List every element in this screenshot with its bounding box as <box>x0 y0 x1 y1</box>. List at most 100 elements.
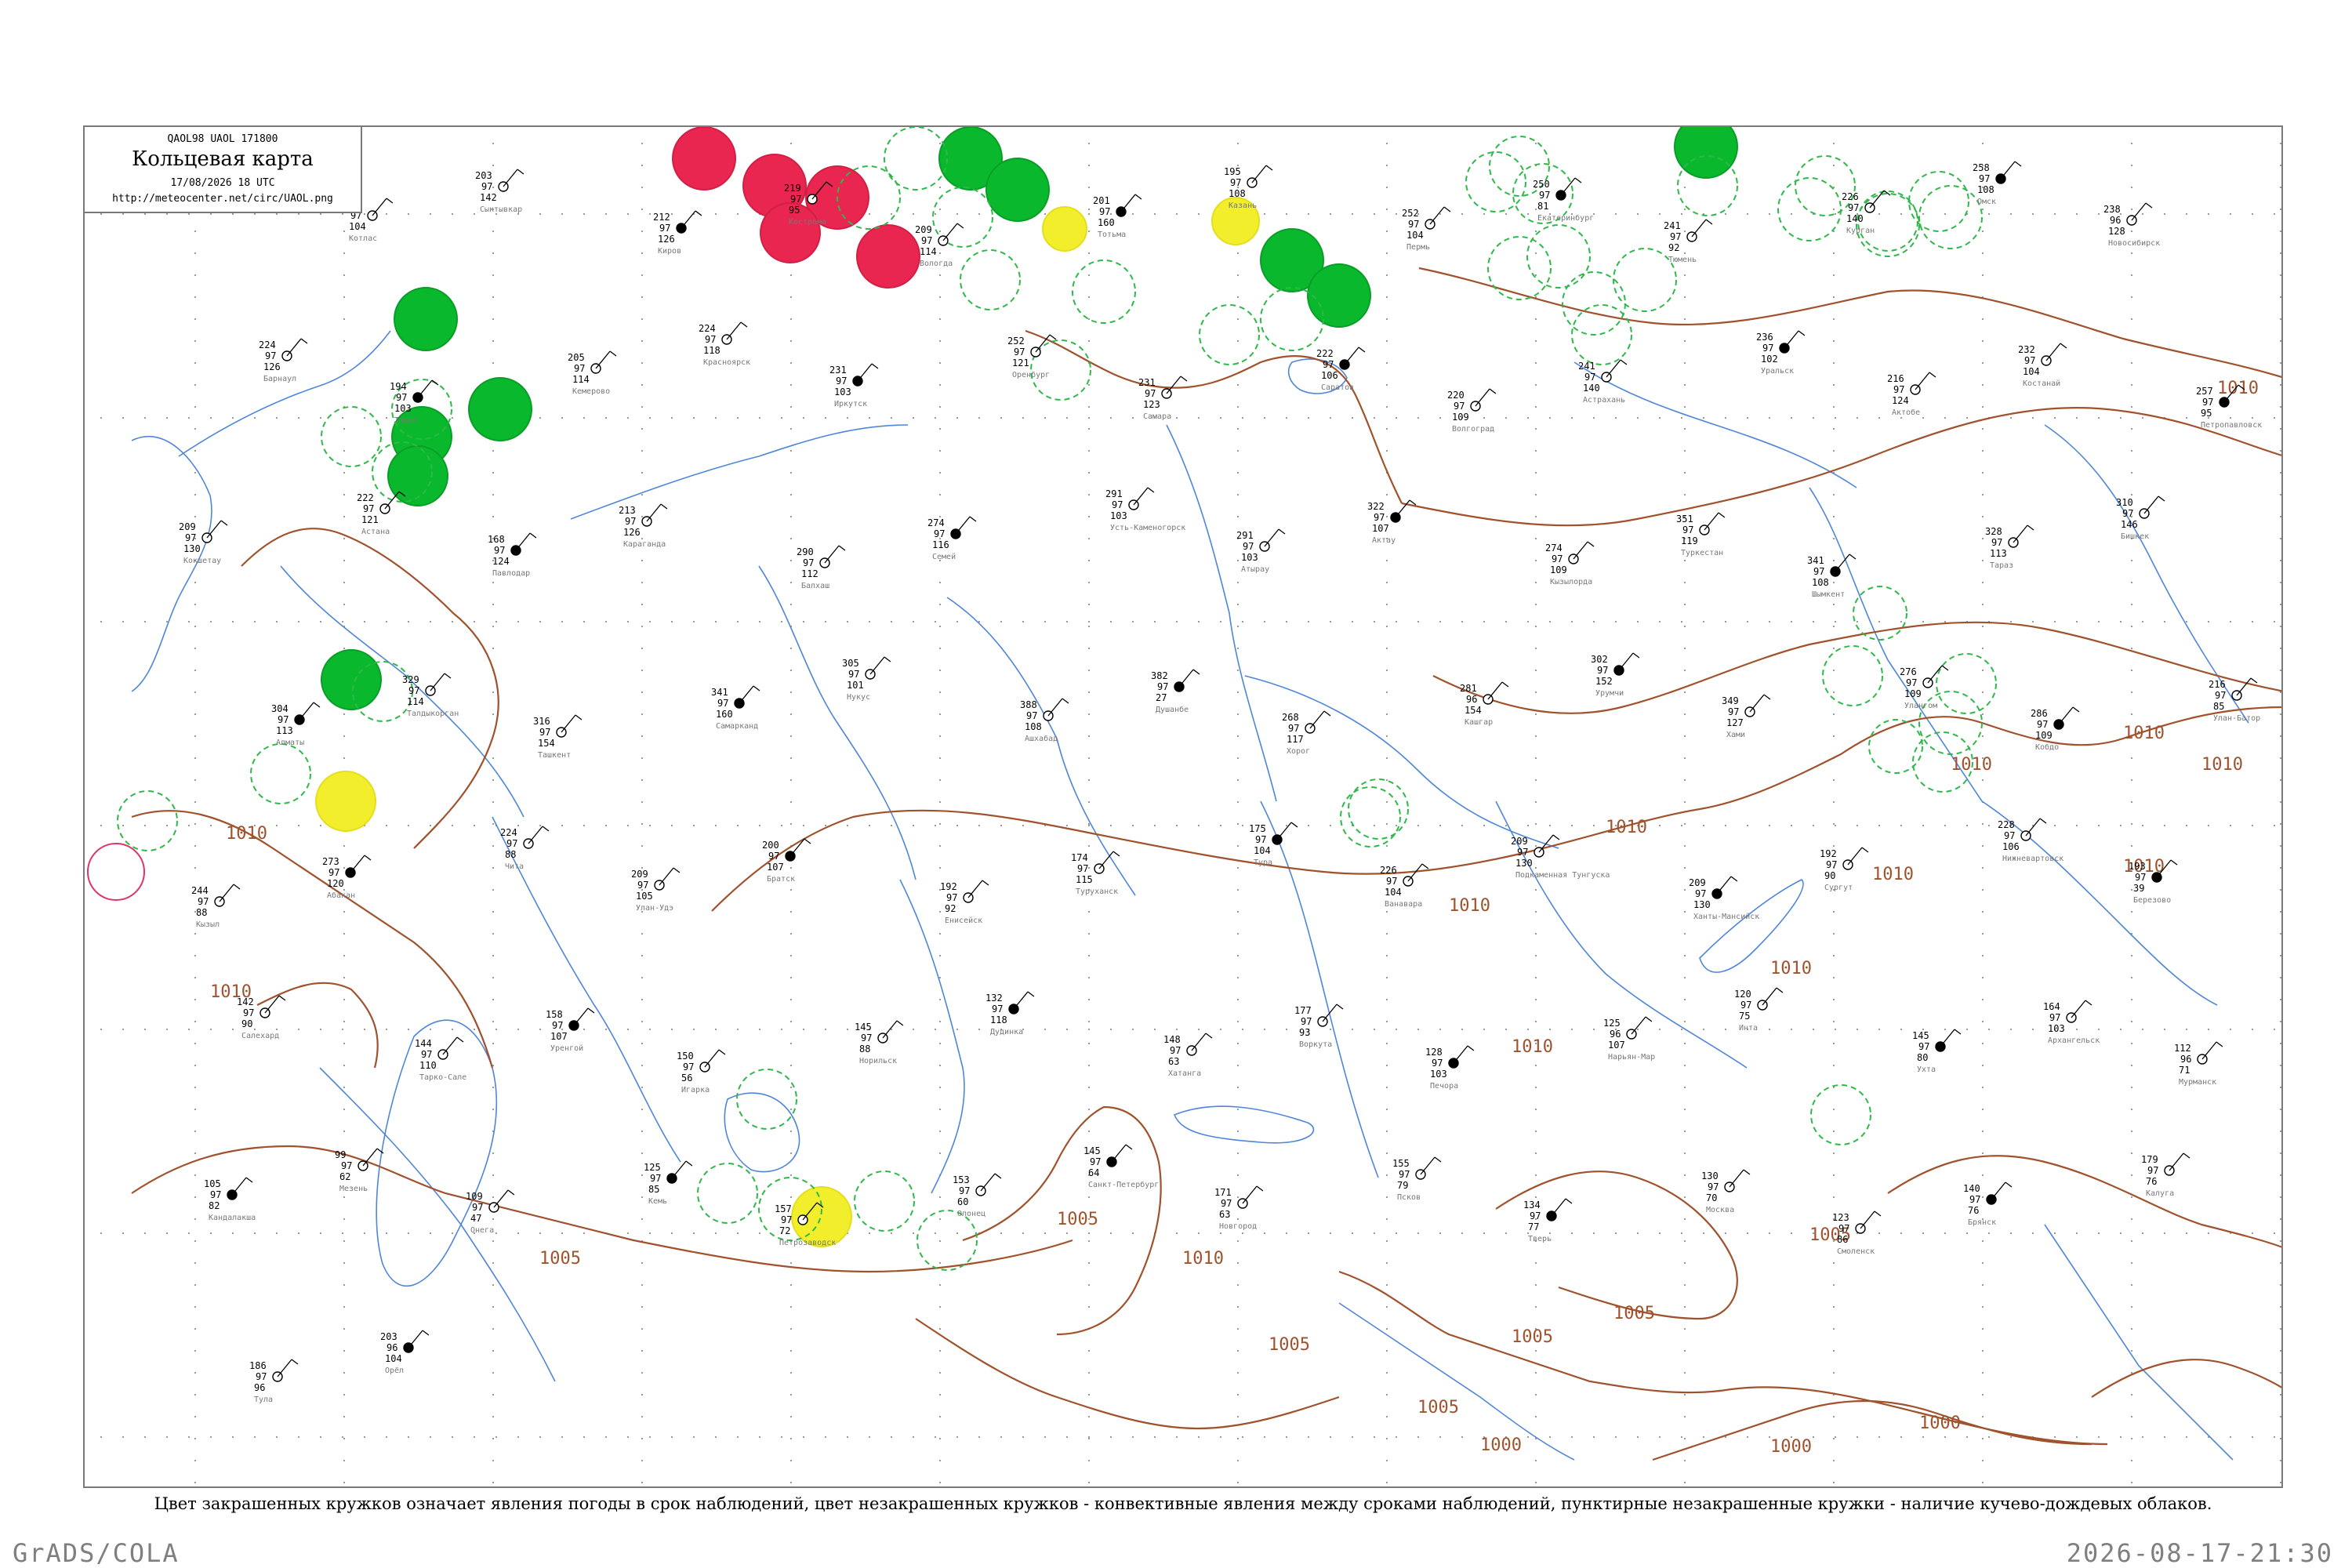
station-plot[interactable]: 20597114 Кемерово <box>568 350 617 396</box>
station-plot[interactable]: 1799776 Калуга <box>2141 1152 2190 1198</box>
station-plot[interactable]: 1539760 Олонец <box>953 1173 1002 1218</box>
wind-barb-feather <box>220 520 228 526</box>
station-plot[interactable]: 25297121 Оренбург <box>1007 334 1057 379</box>
station-plot[interactable]: 1509756 Игарка <box>677 1049 726 1094</box>
station-plot[interactable]: 34997127 Хами <box>1722 694 1771 739</box>
wind-barb-icon <box>1691 219 1707 238</box>
station-pressure: 104 <box>2023 366 2040 377</box>
station-plot[interactable]: 1459780 Ухта <box>1912 1029 1962 1074</box>
station-plot[interactable]: 1259785 Кемь <box>644 1160 693 1206</box>
station-plot[interactable]: 1719763 Новгород <box>1214 1185 1264 1231</box>
station-plot[interactable]: 2449788 Кызыл <box>191 884 241 929</box>
station-plot[interactable]: 14497110 Тарко-Сале <box>415 1036 466 1082</box>
station-plot[interactable]: 20997130 Кокшетау <box>179 520 228 565</box>
station-plot[interactable]: 34197160 Самарканд <box>711 685 760 731</box>
station-plot[interactable]: 12897103 Печора <box>1425 1045 1475 1091</box>
station-plot[interactable]: 23197123 Самара <box>1138 376 1188 421</box>
station-plot[interactable]: 23297104 Костанай <box>2018 343 2067 388</box>
station-plot[interactable]: 31097146 Бишкек <box>2116 495 2165 541</box>
station-plot[interactable]: 34197108 Шымкент <box>1807 554 1857 599</box>
station-plot[interactable]: 22697140 Курган <box>1842 190 1891 235</box>
station-plot[interactable]: 1929790 Сургут <box>1820 847 1869 892</box>
station-plot[interactable]: 27697109 Улангом <box>1900 665 1949 710</box>
station-plot[interactable]: 16497103 Архангельск <box>2043 1000 2100 1045</box>
station-plot[interactable]: 19597108 Казань <box>1224 165 1273 210</box>
station-plot[interactable]: 24197140 Астрахань <box>1578 359 1628 405</box>
station-plot[interactable]: 20997130 Подкаменная Тунгуска <box>1511 834 1610 880</box>
station-plot[interactable]: 1059782 Кандалакша <box>204 1177 256 1222</box>
station-plot[interactable]: 21397126 Караганда <box>619 503 668 549</box>
station-plot[interactable]: 20197160 Тотьма <box>1093 194 1142 239</box>
station-plot[interactable]: 32897113 Тараз <box>1985 524 2034 570</box>
station-pressure: 101 <box>847 680 864 691</box>
isobar-labels: 1010 1010 1010 1010 1010 1010 1010 1010 1010 1010… <box>210 379 2259 1457</box>
station-plot[interactable]: 2509781Екатеринбург <box>1533 177 1594 223</box>
station-plot[interactable]: 22497126 Барнаул <box>259 338 308 383</box>
station-temp: 164 <box>2043 1001 2060 1012</box>
station-name: Ханты-Мансийск <box>1693 912 1759 921</box>
station-plot[interactable]: 23197103 Иркутск <box>829 363 879 408</box>
station-plot[interactable]: 29197103 Усть-Каменогорск <box>1105 487 1185 532</box>
station-plot[interactable]: 1489763 Хатанга <box>1163 1033 1213 1078</box>
station-plot[interactable]: 20997105 Улан-Удэ <box>631 867 681 913</box>
station-plot[interactable]: 32297107 Актау <box>1367 499 1417 545</box>
station-plot[interactable]: 26897117 Хорог <box>1282 710 1331 756</box>
station-plot[interactable]: 1099747 Онега <box>466 1189 515 1235</box>
station-plot[interactable]: 30497113 Алматы <box>271 702 321 747</box>
station-plot[interactable]: 21297126 Киров <box>653 210 702 256</box>
wind-barb-feather <box>1587 541 1595 547</box>
station-plot[interactable]: 27497109 Кызылорда <box>1545 541 1595 586</box>
station-plot[interactable]: 1869796 Тула <box>249 1359 299 1404</box>
station-plot[interactable]: 1129671 Мурманск <box>2174 1041 2223 1087</box>
station-plot[interactable]: 32997114 Талдыкорган <box>402 673 459 718</box>
station-plot[interactable]: 30597101 Нукус <box>842 656 891 702</box>
station-plot[interactable]: 1309770 Москва <box>1701 1169 1751 1214</box>
station-plot[interactable]: 1349777 Тверь <box>1523 1198 1573 1243</box>
station-plot[interactable]: 2419792 Тюмень <box>1664 219 1713 264</box>
station-plot[interactable]: 35197119 Туркестан <box>1676 512 1726 557</box>
station-plot[interactable]: 1559779 Псков <box>1392 1156 1442 1202</box>
station-plot[interactable]: 16897124 Павлодар <box>488 532 537 578</box>
station-plot[interactable]: 28196154 Кашгар <box>1460 681 1509 727</box>
station-dew: 97 <box>210 1189 221 1200</box>
station-plot[interactable]: 13297118 Дудинка <box>985 991 1035 1036</box>
station-plot[interactable]: 31697154 Ташкент <box>533 714 583 760</box>
station-plot[interactable]: 21697124 Актобе <box>1887 372 1936 417</box>
station-plot[interactable]: 12596107 Нарьян-Мар <box>1603 1016 1655 1062</box>
station-plot[interactable]: 20097107 Братск <box>762 838 811 884</box>
station-plot[interactable]: 30297152 Урумчи <box>1591 652 1640 698</box>
station-plot[interactable]: 1779793 Воркута <box>1294 1004 1344 1049</box>
station-plot[interactable]: 15897107 Уренгой <box>546 1007 595 1053</box>
station-dew: 97 <box>1408 219 1419 230</box>
station-plot[interactable]: 22897106 Нижневартовск <box>1998 818 2063 863</box>
station-plot[interactable]: 20997114 Вологда <box>915 223 964 268</box>
station-plot[interactable]: 17497115 Туруханск <box>1071 851 1120 896</box>
station-dew: 97 <box>1848 202 1859 213</box>
station-plot[interactable]: 22097109 Волгоград <box>1447 388 1497 434</box>
station-plot[interactable]: 20997130 Ханты-Мансийск <box>1689 876 1759 921</box>
station-plot[interactable]: 1409776 Брянск <box>1963 1181 2013 1227</box>
station-plot[interactable]: 3829727 Душанбе <box>1151 669 1200 714</box>
station-plot[interactable]: 2249788 Чита <box>500 826 550 871</box>
station-plot[interactable]: 1459788 Норильск <box>855 1020 904 1065</box>
station-temp: 216 <box>1887 373 1904 384</box>
station-plot[interactable]: 29197103 Атырау <box>1236 528 1286 574</box>
station-plot[interactable]: 999762 Мезень <box>335 1148 384 1193</box>
station-plot[interactable]: 27497116 Семей <box>927 516 977 561</box>
station-plot[interactable]: 29097112 Балхаш <box>797 545 846 590</box>
station-name: Курган <box>1846 227 1875 235</box>
station-plot[interactable]: 38897108 Ашхабад <box>1020 698 1069 743</box>
station-plot[interactable]: 1459764 Санкт-Петербург <box>1083 1144 1159 1189</box>
station-plot[interactable]: 25297104 Пермь <box>1402 206 1451 252</box>
station-temp: 200 <box>762 840 779 851</box>
station-plot[interactable]: 25897108 Омск <box>1973 161 2022 206</box>
station-plot[interactable]: 20397142 Сыктывкар <box>475 169 524 214</box>
station-plot[interactable]: 23697102 Уральск <box>1756 330 1806 376</box>
station-temp: 268 <box>1282 712 1299 723</box>
station-plot[interactable]: 22497118 Красноярск <box>699 321 750 367</box>
station-plot[interactable]: 1209775 Инта <box>1734 987 1784 1033</box>
station-plot[interactable]: 27397120 Абакан <box>322 855 372 900</box>
station-plot[interactable]: 1929792 Енисейск <box>940 880 989 925</box>
station-plot[interactable]: 20396104 Орёл <box>380 1330 430 1375</box>
map-url[interactable]: http://meteocenter.net/circ/UAOL.png <box>85 193 361 205</box>
